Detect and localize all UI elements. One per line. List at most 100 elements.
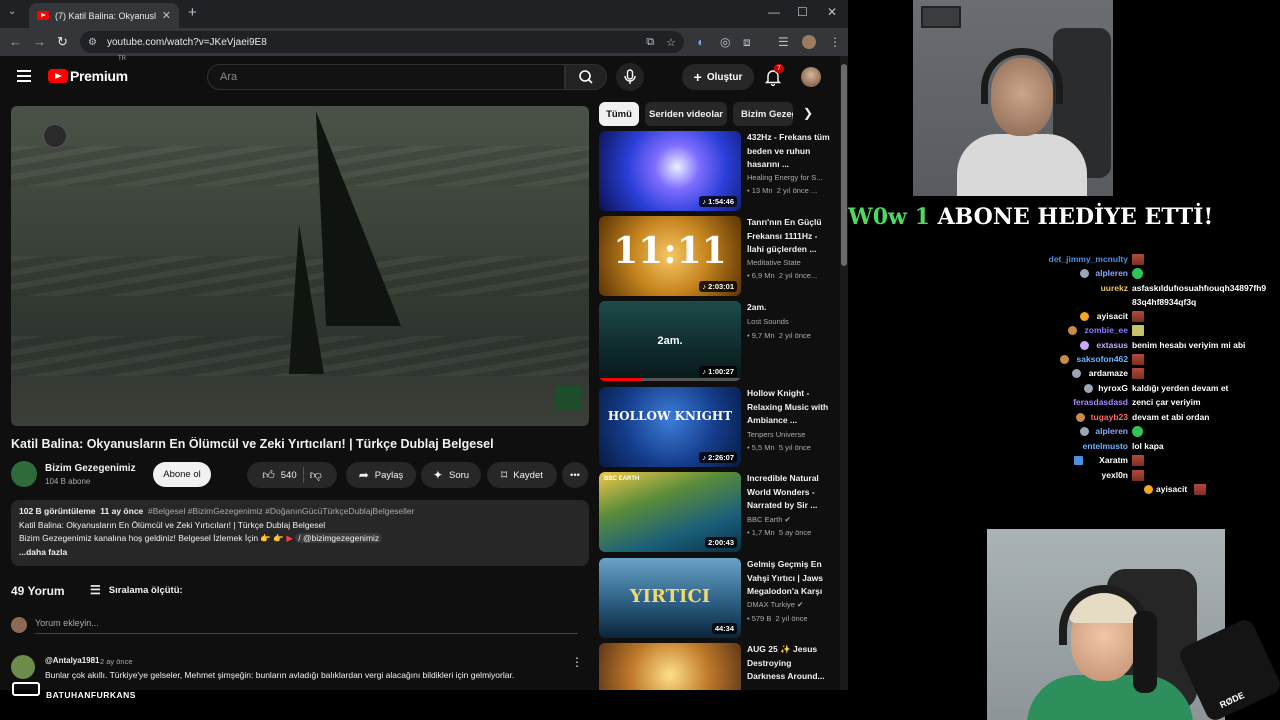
video-thumbnail[interactable]: ♪ 1:54:46 — [599, 131, 741, 211]
thumbs-down-icon[interactable]: 👎︎ — [310, 468, 322, 483]
ask-button[interactable]: ✦ Soru — [421, 462, 481, 488]
video-thumbnail[interactable] — [599, 643, 741, 690]
video-thumbnail[interactable]: 11:11 ♪ 2:03:01 — [599, 216, 741, 296]
close-window-icon[interactable]: ✕ — [827, 5, 837, 19]
video-thumbnail[interactable]: HOLLOW KNIGHT ♪ 2:26:07 — [599, 387, 741, 467]
user-badge-icon — [1084, 384, 1093, 393]
video-thumbnail[interactable]: BBC EARTH 2:00:43 — [599, 472, 741, 552]
hamburger-menu-icon[interactable] — [17, 70, 31, 82]
channel-avatar[interactable] — [11, 461, 37, 487]
verified-check-icon: ✔ — [784, 515, 791, 524]
save-button[interactable]: ⌑ Kaydet — [487, 462, 557, 488]
chip-channel[interactable]: Bizim Gezeg — [733, 102, 793, 126]
emote-icon — [1132, 268, 1143, 280]
scrollbar-thumb[interactable] — [841, 64, 847, 266]
description-box[interactable]: 102 B görüntüleme 11 ay önce #Belgesel #… — [11, 500, 589, 566]
video-channel[interactable]: Meditative State — [747, 258, 831, 267]
video-title[interactable]: Incredible Natural World Wonders - Narra… — [747, 472, 831, 513]
video-channel[interactable]: BBC Earth ✔ — [747, 515, 831, 524]
chevron-right-icon[interactable]: ❯ — [803, 106, 813, 120]
tab-youtube[interactable]: (7) Katil Balina: Okyanusların En Ölümcü… — [29, 3, 179, 28]
reload-icon[interactable]: ↻ — [57, 34, 68, 50]
video-title[interactable]: Tanrı'nın En Güçlü Frekansı 1111Hz - İla… — [747, 216, 831, 257]
chip-series[interactable]: Seriden videolar — [645, 102, 727, 126]
ask-label: Soru — [448, 469, 470, 481]
chat-username: ferasdasdasd — [1073, 397, 1128, 407]
like-button[interactable]: 👍︎ 540 — [262, 468, 296, 483]
tab-list-icon[interactable]: ⌄ — [8, 6, 16, 17]
channel-name: BBC Earth — [747, 515, 783, 524]
new-tab-icon[interactable]: + — [188, 4, 197, 21]
channel-handle-link[interactable]: / @bizimgezegenimiz — [295, 533, 383, 543]
site-info-icon[interactable]: ⚙ — [88, 37, 97, 48]
bookmark-star-icon[interactable]: ☆ — [666, 36, 676, 49]
video-channel[interactable]: Tenpers Universe — [747, 430, 831, 439]
recommended-video[interactable]: YIRTICI 44:34 Gelmiş Geçmiş En Vahşi Yır… — [599, 558, 835, 640]
more-horizontal-icon: ••• — [570, 469, 580, 481]
browser-menu-icon[interactable]: ⋮ — [829, 35, 841, 49]
video-title[interactable]: AUG 25 ✨ Jesus Destroying Darkness Aroun… — [747, 643, 831, 684]
reading-list-icon[interactable]: ☰ — [778, 35, 789, 49]
comment-author[interactable]: @Antalya1981 — [45, 656, 100, 665]
recommended-video[interactable]: HOLLOW KNIGHT ♪ 2:26:07 Hollow Knight - … — [599, 387, 835, 469]
extension-translate-icon[interactable]: ◖ — [696, 35, 703, 49]
video-title[interactable]: Gelmiş Geçmiş En Vahşi Yırtıcı | Jaws Me… — [747, 558, 831, 599]
create-label: Oluştur — [706, 71, 743, 83]
channel-name[interactable]: Bizim Gezegenimiz — [45, 463, 136, 474]
comment-time[interactable]: 2 ay önce — [100, 657, 133, 666]
recommended-video[interactable]: 11:11 ♪ 2:03:01 Tanrı'nın En Güçlü Freka… — [599, 216, 835, 298]
search-button[interactable] — [565, 64, 607, 90]
forward-icon[interactable]: → — [33, 34, 46, 49]
maximize-icon[interactable]: ☐ — [797, 5, 808, 19]
chip-all[interactable]: Tümü — [599, 102, 639, 126]
url-text[interactable]: youtube.com/watch?v=JKeVjaei9E8 — [107, 37, 634, 48]
video-channel[interactable]: Healing Energy for S... — [747, 173, 831, 182]
search-input[interactable]: Ara — [207, 64, 565, 90]
more-actions-button[interactable]: ••• — [562, 462, 588, 488]
profile-avatar[interactable] — [802, 35, 816, 49]
extension-icon[interactable]: ◎ — [720, 35, 730, 49]
video-channel[interactable]: Lost Sounds — [747, 317, 831, 326]
back-icon[interactable]: ← — [9, 34, 22, 49]
video-duration: 2:00:43 — [705, 537, 737, 548]
account-avatar[interactable] — [801, 67, 821, 87]
youtube-logo[interactable]: Premium — [48, 68, 128, 84]
address-bar[interactable]: ⚙ youtube.com/watch?v=JKeVjaei9E8 ⧉ ☆ — [80, 31, 684, 53]
hashtags[interactable]: #Belgesel #BizimGezegenimiz #DoğanınGücü… — [148, 506, 414, 516]
recommended-video[interactable]: ♪ 1:54:46 432Hz - Frekans tüm beden ve r… — [599, 131, 835, 213]
chat-text: kaldığı yerden devam et — [1132, 383, 1229, 393]
view-count: 1,7 Mn — [751, 528, 775, 537]
subscribe-button[interactable]: Abone ol — [153, 462, 211, 487]
recommended-video[interactable]: BBC EARTH 2:00:43 Incredible Natural Wor… — [599, 472, 835, 554]
add-comment-input[interactable]: Yorum ekleyin... — [35, 618, 578, 634]
comment-author-avatar[interactable] — [11, 655, 35, 679]
extensions-puzzle-icon[interactable]: ⧈ — [743, 35, 751, 50]
video-title[interactable]: Hollow Knight - Relaxing Music with Ambi… — [747, 387, 831, 428]
close-tab-icon[interactable]: ✕ — [162, 9, 171, 22]
chat-username: extasus — [1096, 340, 1128, 350]
thumbnail-text: 2am. — [657, 335, 683, 347]
install-app-icon[interactable]: ⧉ — [646, 36, 654, 49]
recommended-video[interactable]: AUG 25 ✨ Jesus Destroying Darkness Aroun… — [599, 643, 835, 690]
video-meta: • 6,9 Mn 2 yıl önce... — [747, 271, 818, 280]
video-player[interactable] — [11, 106, 589, 426]
video-thumbnail[interactable]: 2am. ♪ 1:00:27 — [599, 301, 741, 381]
sort-comments-button[interactable]: ☰ Sıralama ölçütü: — [90, 583, 183, 597]
voice-search-button[interactable] — [616, 63, 644, 91]
video-meta: • 9,7 Mn 2 yıl önce — [747, 331, 811, 340]
minimize-icon[interactable]: — — [768, 5, 780, 19]
share-arrow-icon: ➦ — [358, 468, 369, 482]
watch-progress-bar — [599, 378, 741, 381]
share-button[interactable]: ➦ Paylaş — [346, 462, 416, 488]
comment-menu-icon[interactable]: ⋮ — [571, 655, 583, 669]
show-more-link[interactable]: ...daha fazla — [19, 546, 581, 560]
recommended-video[interactable]: 2am. ♪ 1:00:27 2am. Lost Sounds • 9,7 Mn… — [599, 301, 835, 383]
create-button[interactable]: + Oluştur — [682, 64, 754, 90]
video-thumbnail[interactable]: YIRTICI 44:34 — [599, 558, 741, 638]
video-title[interactable]: 432Hz - Frekans tüm beden ve ruhun hasar… — [747, 131, 831, 172]
video-title[interactable]: 2am. — [747, 301, 831, 315]
channel-watermark-icon[interactable] — [43, 124, 67, 148]
chat-username: uurekz — [1100, 283, 1128, 293]
video-channel[interactable]: DMAX Turkiye ✔ — [747, 600, 831, 609]
user-badge-icon — [1068, 326, 1077, 335]
